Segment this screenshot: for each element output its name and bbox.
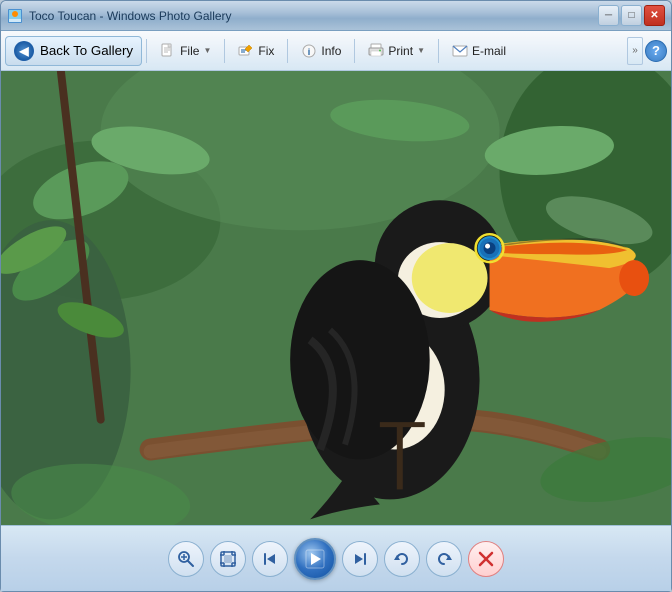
main-window: Toco Toucan - Windows Photo Gallery ─ □ … [0, 0, 672, 592]
info-icon: i [301, 43, 317, 59]
print-dropdown-icon: ▼ [417, 46, 425, 55]
maximize-button[interactable]: □ [621, 5, 642, 26]
back-arrow-icon: ◀ [14, 41, 34, 61]
rotate-left-button[interactable] [384, 541, 420, 577]
help-button[interactable]: ? [645, 40, 667, 62]
zoom-button[interactable] [168, 541, 204, 577]
zoom-icon [177, 550, 195, 568]
file-label: File [180, 44, 199, 58]
photo-image [1, 71, 671, 525]
toolbar-separator-1 [146, 39, 147, 63]
fix-icon [238, 43, 254, 59]
bottom-controls-bar [1, 525, 671, 591]
email-button[interactable]: E-mail [443, 35, 515, 67]
next-button[interactable] [342, 541, 378, 577]
window-controls: ─ □ ✕ [598, 5, 665, 26]
toolbar: ◀ Back To Gallery File ▼ [1, 31, 671, 71]
fit-window-button[interactable] [210, 541, 246, 577]
rotate-left-icon [393, 550, 411, 568]
close-button[interactable]: ✕ [644, 5, 665, 26]
print-icon [368, 43, 384, 59]
back-to-gallery-label: Back To Gallery [40, 43, 133, 58]
fix-label: Fix [258, 44, 274, 58]
slideshow-play-button[interactable] [294, 538, 336, 580]
rotate-right-icon [435, 550, 453, 568]
svg-text:i: i [308, 47, 311, 57]
info-label: Info [321, 44, 341, 58]
file-icon [160, 43, 176, 59]
minimize-button[interactable]: ─ [598, 5, 619, 26]
previous-button[interactable] [252, 541, 288, 577]
window-title: Toco Toucan - Windows Photo Gallery [29, 9, 592, 23]
print-label: Print [388, 44, 413, 58]
file-dropdown-icon: ▼ [203, 46, 211, 55]
email-label: E-mail [472, 44, 506, 58]
info-button[interactable]: i Info [292, 35, 350, 67]
toolbar-separator-3 [287, 39, 288, 63]
file-button[interactable]: File ▼ [151, 35, 220, 67]
delete-button[interactable] [468, 541, 504, 577]
fit-window-icon [219, 550, 237, 568]
title-bar: Toco Toucan - Windows Photo Gallery ─ □ … [1, 1, 671, 31]
toolbar-overflow-button[interactable]: » [627, 37, 643, 65]
previous-icon [261, 550, 279, 568]
fix-button[interactable]: Fix [229, 35, 283, 67]
print-button[interactable]: Print ▼ [359, 35, 434, 67]
toolbar-separator-5 [438, 39, 439, 63]
play-icon [305, 549, 325, 569]
toolbar-separator-2 [224, 39, 225, 63]
back-to-gallery-button[interactable]: ◀ Back To Gallery [5, 36, 142, 66]
app-icon [7, 8, 23, 24]
email-icon [452, 43, 468, 59]
toolbar-separator-4 [354, 39, 355, 63]
rotate-right-button[interactable] [426, 541, 462, 577]
delete-icon [477, 550, 495, 568]
next-icon [351, 550, 369, 568]
photo-area [1, 71, 671, 525]
